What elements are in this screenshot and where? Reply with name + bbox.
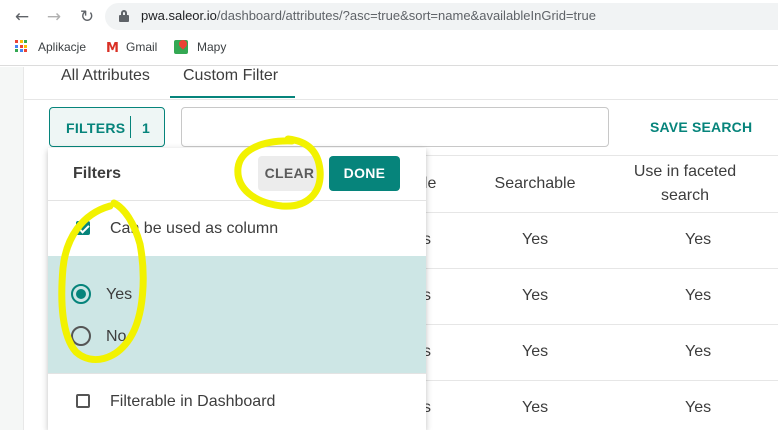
filters-label: FILTERS [66, 120, 126, 136]
back-arrow-icon[interactable]: ← [10, 6, 34, 28]
table-cell: Yes [685, 287, 712, 304]
reload-icon[interactable]: ↻ [75, 6, 99, 28]
tab-bar: All Attributes Custom Filter [24, 67, 778, 100]
gmail-icon: M [106, 41, 119, 56]
filters-count: 1 [142, 120, 150, 136]
radio-yes[interactable] [71, 284, 91, 304]
clear-button[interactable]: CLEAR [258, 156, 321, 191]
popover-divider [48, 200, 426, 201]
popover-title: Filters [73, 165, 122, 182]
bookmark-aplikacje[interactable]: Aplikacje [38, 40, 86, 54]
radio-group: Yes No [48, 256, 426, 373]
save-search-button[interactable]: SAVE SEARCH [650, 119, 752, 135]
radio-no-label: No [106, 328, 127, 345]
maps-icon [174, 40, 188, 54]
apps-grid-icon [15, 40, 27, 52]
bookmark-gmail[interactable]: Gmail [126, 40, 157, 54]
filters-button[interactable]: FILTERS 1 [49, 107, 165, 147]
lock-icon [119, 10, 129, 22]
popover-divider [48, 373, 426, 374]
tab-all-attributes[interactable]: All Attributes [61, 67, 150, 98]
table-cell: Yes [685, 231, 712, 248]
column-header-faceted-search[interactable]: Use in faceted search [630, 160, 740, 208]
table-cell: Yes [685, 343, 712, 360]
filter-popover: Filters CLEAR DONE Can be used as column… [48, 148, 426, 430]
radio-yes-label: Yes [106, 286, 133, 303]
left-sidebar-strip [0, 67, 24, 430]
bookmark-mapy[interactable]: Mapy [197, 40, 226, 54]
table-cell: Yes [685, 399, 712, 416]
dashboard-option-label: Filterable in Dashboard [110, 393, 276, 410]
column-option-label: Can be used as column [110, 220, 279, 237]
radio-no[interactable] [71, 326, 91, 346]
tab-custom-filter[interactable]: Custom Filter [170, 67, 295, 98]
url-text: pwa.saleor.io/dashboard/attributes/?asc=… [141, 8, 596, 23]
done-button[interactable]: DONE [329, 156, 400, 191]
search-input[interactable] [181, 107, 609, 147]
forward-arrow-icon[interactable]: → [42, 6, 66, 28]
browser-chrome: ← → ↻ pwa.saleor.io/dashboard/attributes… [0, 0, 778, 66]
address-bar[interactable]: pwa.saleor.io/dashboard/attributes/?asc=… [105, 3, 778, 30]
table-cell: Yes [522, 287, 549, 304]
column-header-searchable[interactable]: Searchable [478, 172, 592, 196]
column-checkbox[interactable] [76, 221, 90, 235]
table-cell: Yes [522, 399, 549, 416]
table-cell: Yes [522, 231, 549, 248]
table-cell: Yes [522, 343, 549, 360]
filters-divider [130, 116, 131, 138]
dashboard-checkbox[interactable] [76, 394, 90, 408]
